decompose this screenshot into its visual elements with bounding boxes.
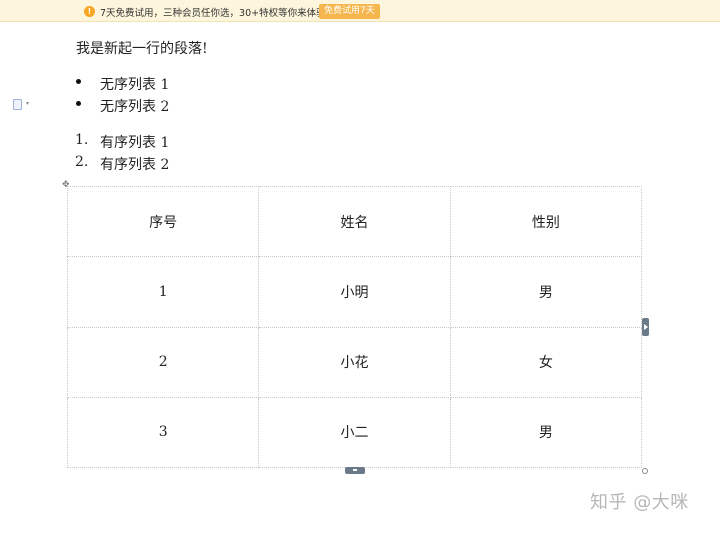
- table-row: 3 小二 男: [66, 396, 643, 469]
- trial-banner: ! 7天免费试用，三种会员任你选，30+特权等你来体验 免费试用7天: [0, 0, 720, 22]
- unordered-list-item[interactable]: 无序列表 1: [100, 74, 169, 94]
- data-table: 序号 姓名 性别 1 小明 男 2 小花 女 3 小二 男: [66, 185, 643, 469]
- ordered-list-item[interactable]: 有序列表 1: [100, 132, 169, 152]
- table-cell[interactable]: 3: [66, 396, 260, 469]
- add-column-handle[interactable]: [642, 318, 649, 336]
- table-resize-handle[interactable]: [642, 468, 648, 474]
- table-cell[interactable]: 男: [449, 256, 643, 328]
- table-cell[interactable]: 女: [449, 326, 643, 398]
- paragraph-text[interactable]: 我是新起一行的段落!: [76, 38, 208, 58]
- table-header-cell[interactable]: 姓名: [258, 185, 451, 258]
- table-row: 2 小花 女: [66, 326, 643, 398]
- table-cell[interactable]: 小明: [258, 256, 451, 328]
- bullet-icon: [76, 79, 81, 84]
- free-trial-button[interactable]: 免费试用7天: [319, 4, 380, 19]
- table-cell[interactable]: 2: [66, 326, 260, 398]
- table-cell[interactable]: 小花: [258, 326, 451, 398]
- unordered-list-item[interactable]: 无序列表 2: [100, 96, 169, 116]
- table-header-row: 序号 姓名 性别: [66, 185, 643, 258]
- chevron-down-icon[interactable]: ▾: [26, 100, 29, 107]
- document-icon[interactable]: [13, 99, 22, 110]
- table-row: 1 小明 男: [66, 256, 643, 328]
- ordered-list-number: 2.: [75, 154, 89, 170]
- ordered-list-number: 1.: [75, 132, 89, 148]
- table-header-cell[interactable]: 序号: [66, 185, 260, 258]
- table-header-cell[interactable]: 性别: [449, 185, 643, 258]
- table-cell[interactable]: 男: [449, 396, 643, 469]
- ordered-list-item[interactable]: 有序列表 2: [100, 154, 169, 174]
- bullet-icon: [76, 101, 81, 106]
- watermark: 知乎 @大咪: [590, 492, 689, 513]
- table-cell[interactable]: 1: [66, 256, 260, 328]
- table-cell[interactable]: 小二: [258, 396, 451, 469]
- banner-message: 7天免费试用，三种会员任你选，30+特权等你来体验: [100, 8, 326, 19]
- add-row-handle[interactable]: [345, 467, 365, 474]
- warning-icon: !: [84, 6, 95, 17]
